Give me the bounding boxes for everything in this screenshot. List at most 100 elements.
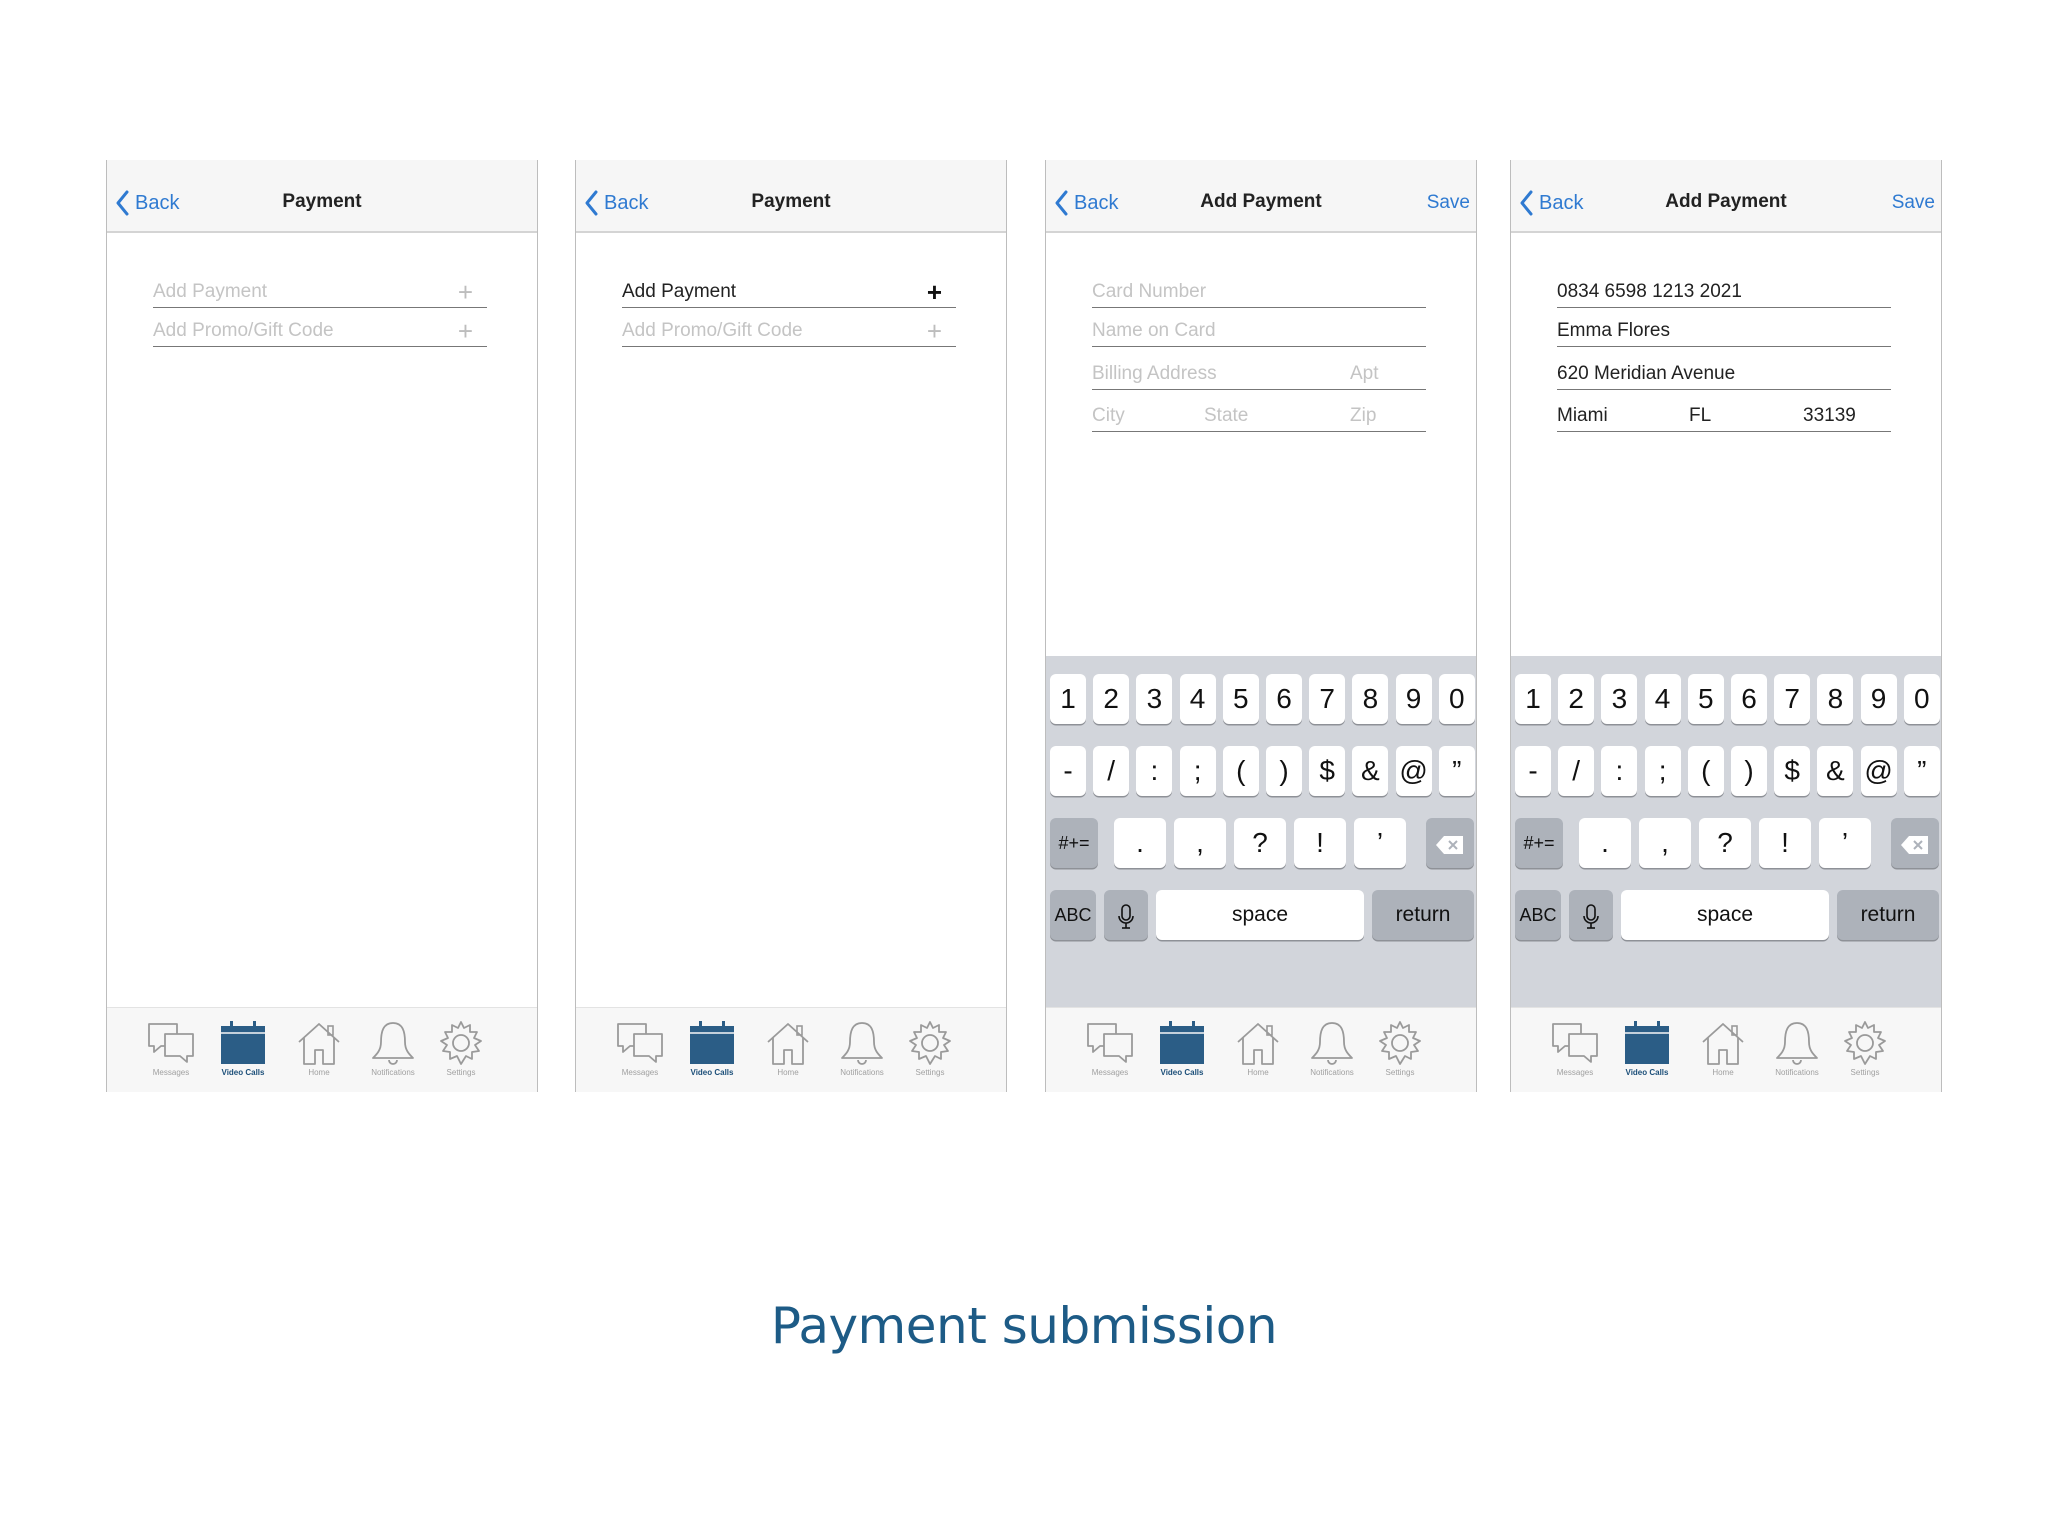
city-state-zip-field[interactable]: City State Zip (1092, 396, 1426, 432)
tab-settings[interactable]: Settings (431, 1020, 491, 1077)
city-state-zip-field[interactable]: Miami FL 33139 (1557, 396, 1891, 432)
abc-key[interactable]: ABC (1515, 890, 1561, 940)
key-symbol[interactable]: : (1136, 746, 1173, 796)
name-on-card-field[interactable]: Name on Card (1092, 311, 1426, 347)
key-symbol[interactable]: / (1558, 746, 1595, 796)
key-punctuation[interactable]: ’ (1819, 818, 1871, 868)
key-symbol[interactable]: $ (1309, 746, 1346, 796)
city-value[interactable]: Miami (1557, 405, 1608, 427)
tab-video-calls[interactable]: Video Calls (1152, 1020, 1212, 1077)
tab-messages[interactable]: Messages (141, 1020, 201, 1077)
zip-value[interactable]: 33139 (1803, 405, 1856, 427)
key-symbol[interactable]: ; (1644, 746, 1681, 796)
return-key[interactable]: return (1372, 890, 1474, 940)
key-symbol[interactable]: / (1093, 746, 1130, 796)
space-key[interactable]: space (1621, 890, 1829, 940)
name-on-card-field[interactable]: Emma Flores (1557, 311, 1891, 347)
key-1[interactable]: 1 (1515, 674, 1551, 724)
add-payment-row[interactable]: Add Payment + (622, 272, 956, 308)
key-symbol[interactable]: & (1817, 746, 1854, 796)
key-6[interactable]: 6 (1731, 674, 1767, 724)
key-punctuation[interactable]: ? (1699, 818, 1751, 868)
key-symbol[interactable]: ( (1687, 746, 1724, 796)
key-0[interactable]: 0 (1438, 674, 1475, 724)
key-symbol[interactable]: ) (1731, 746, 1767, 796)
tab-home[interactable]: Home (1693, 1020, 1753, 1077)
card-number-field[interactable]: Card Number (1092, 272, 1426, 308)
billing-address-field[interactable]: 620 Meridian Avenue (1557, 354, 1891, 390)
tab-settings[interactable]: Settings (900, 1020, 960, 1077)
tab-settings[interactable]: Settings (1835, 1020, 1895, 1077)
tab-messages[interactable]: Messages (1545, 1020, 1605, 1077)
key-6[interactable]: 6 (1266, 674, 1302, 724)
key-5[interactable]: 5 (1687, 674, 1724, 724)
add-payment-plus-icon[interactable]: + (458, 279, 473, 305)
key-symbol[interactable]: - (1515, 746, 1551, 796)
tab-settings[interactable]: Settings (1370, 1020, 1430, 1077)
key-1[interactable]: 1 (1050, 674, 1086, 724)
tab-home[interactable]: Home (1228, 1020, 1288, 1077)
key-symbol[interactable]: ) (1266, 746, 1302, 796)
key-7[interactable]: 7 (1309, 674, 1346, 724)
tab-notifications[interactable]: Notifications (363, 1020, 423, 1077)
add-promo-plus-icon[interactable]: + (458, 318, 473, 344)
key-4[interactable]: 4 (1644, 674, 1681, 724)
add-promo-plus-icon[interactable]: + (927, 318, 942, 344)
key-symbol[interactable]: ; (1179, 746, 1216, 796)
key-punctuation[interactable]: ! (1294, 818, 1346, 868)
key-symbol[interactable]: @ (1395, 746, 1432, 796)
key-punctuation[interactable]: , (1639, 818, 1691, 868)
return-key[interactable]: return (1837, 890, 1939, 940)
tab-home[interactable]: Home (758, 1020, 818, 1077)
more-symbols-key[interactable]: #+= (1050, 818, 1098, 868)
add-payment-row[interactable]: Add Payment + (153, 272, 487, 308)
key-9[interactable]: 9 (1395, 674, 1432, 724)
key-symbol[interactable]: $ (1774, 746, 1811, 796)
key-5[interactable]: 5 (1222, 674, 1259, 724)
state-value[interactable]: FL (1689, 405, 1711, 427)
key-8[interactable]: 8 (1352, 674, 1389, 724)
key-punctuation[interactable]: ? (1234, 818, 1286, 868)
apt-placeholder[interactable]: Apt (1350, 363, 1379, 385)
key-punctuation[interactable]: . (1114, 818, 1166, 868)
space-key[interactable]: space (1156, 890, 1364, 940)
key-8[interactable]: 8 (1817, 674, 1854, 724)
key-3[interactable]: 3 (1136, 674, 1173, 724)
tab-video-calls[interactable]: Video Calls (682, 1020, 742, 1077)
state-placeholder[interactable]: State (1204, 405, 1248, 427)
key-symbol[interactable]: ( (1222, 746, 1259, 796)
abc-key[interactable]: ABC (1050, 890, 1096, 940)
key-9[interactable]: 9 (1860, 674, 1897, 724)
key-punctuation[interactable]: ! (1759, 818, 1811, 868)
backspace-key[interactable] (1891, 818, 1939, 868)
tab-video-calls[interactable]: Video Calls (1617, 1020, 1677, 1077)
key-3[interactable]: 3 (1601, 674, 1638, 724)
more-symbols-key[interactable]: #+= (1515, 818, 1563, 868)
tab-notifications[interactable]: Notifications (1302, 1020, 1362, 1077)
key-symbol[interactable]: - (1050, 746, 1086, 796)
key-symbol[interactable]: : (1601, 746, 1638, 796)
key-0[interactable]: 0 (1903, 674, 1940, 724)
key-symbol[interactable]: @ (1860, 746, 1897, 796)
billing-address-field[interactable]: Billing Address Apt (1092, 354, 1426, 390)
key-punctuation[interactable]: , (1174, 818, 1226, 868)
backspace-key[interactable] (1426, 818, 1474, 868)
key-punctuation[interactable]: . (1579, 818, 1631, 868)
key-punctuation[interactable]: ’ (1354, 818, 1406, 868)
tab-video-calls[interactable]: Video Calls (213, 1020, 273, 1077)
key-symbol[interactable]: ” (1438, 746, 1475, 796)
save-button[interactable]: Save (1427, 192, 1470, 214)
tab-messages[interactable]: Messages (1080, 1020, 1140, 1077)
key-symbol[interactable]: & (1352, 746, 1389, 796)
tab-notifications[interactable]: Notifications (1767, 1020, 1827, 1077)
tab-notifications[interactable]: Notifications (832, 1020, 892, 1077)
key-symbol[interactable]: ” (1903, 746, 1940, 796)
zip-placeholder[interactable]: Zip (1350, 405, 1376, 427)
add-promo-row[interactable]: Add Promo/Gift Code + (153, 311, 487, 347)
tab-home[interactable]: Home (289, 1020, 349, 1077)
key-4[interactable]: 4 (1179, 674, 1216, 724)
add-payment-plus-icon[interactable]: + (927, 279, 942, 305)
card-number-field[interactable]: 0834 6598 1213 2021 (1557, 272, 1891, 308)
tab-messages[interactable]: Messages (610, 1020, 670, 1077)
dictation-key[interactable] (1569, 890, 1613, 940)
